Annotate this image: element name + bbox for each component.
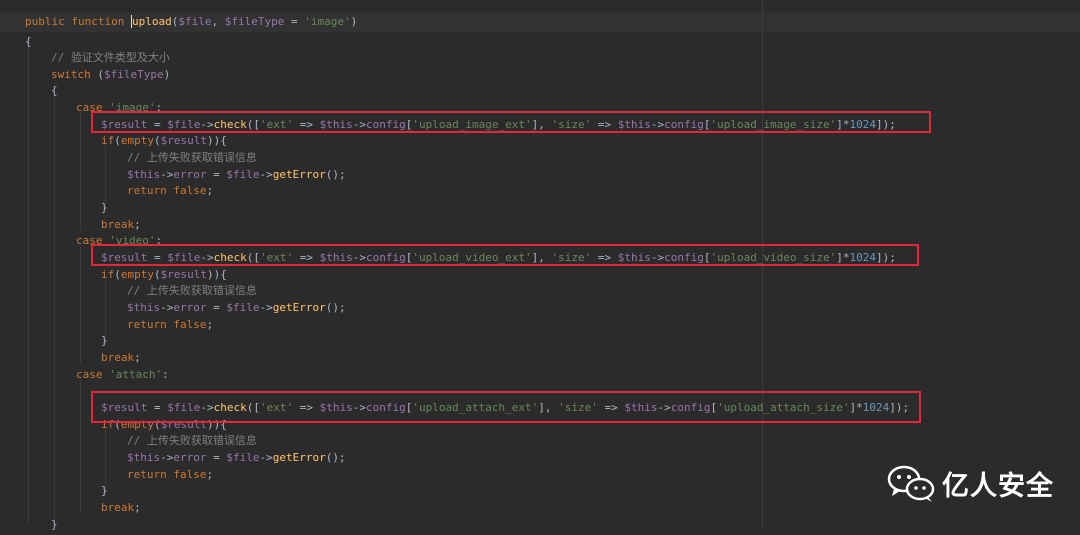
code-token: ) [350, 15, 358, 28]
highlight-box-video [91, 244, 919, 266]
indent-guide [28, 40, 29, 524]
code-token: } [101, 484, 108, 497]
code-token: // 上传失败获取错误信息 [127, 151, 257, 164]
code-token: ; [134, 351, 141, 364]
code-token: $fileType [224, 15, 285, 28]
code-line[interactable]: } [51, 515, 58, 535]
code-token: getError [272, 168, 326, 181]
code-token: // 上传失败获取错误信息 [127, 284, 257, 297]
code-token: ; [134, 501, 141, 514]
code-line[interactable]: switch ($fileType) [51, 65, 170, 85]
code-token: ; [206, 318, 214, 331]
code-token: } [101, 334, 108, 347]
code-token: $file [226, 451, 260, 464]
code-token: } [101, 201, 108, 214]
code-token: break [101, 501, 135, 514]
code-token: $this [127, 168, 161, 181]
code-token: $result [160, 268, 207, 281]
code-token: = [206, 301, 227, 314]
indent-guide [54, 92, 55, 524]
code-editor[interactable]: public function upload($file, $fileType … [0, 0, 1080, 531]
code-token: getError [272, 301, 326, 314]
highlight-box-image [91, 111, 931, 133]
code-token: $this [127, 451, 161, 464]
code-token: -> [160, 451, 174, 464]
code-token: (); [325, 301, 346, 314]
code-token: (); [325, 451, 346, 464]
code-token: ( [154, 268, 161, 281]
code-line[interactable]: break; [101, 498, 141, 518]
code-token: -> [259, 301, 273, 314]
code-line[interactable]: return false; [127, 181, 213, 201]
code-token: return false [127, 184, 207, 197]
code-token: // 验证文件类型及大小 [51, 51, 170, 64]
code-token: $result [160, 134, 207, 147]
watermark: 亿人安全 [886, 458, 1066, 508]
code-token: break [101, 218, 135, 231]
code-line[interactable]: public function upload($file, $fileType … [25, 12, 357, 32]
highlight-box-attach [91, 391, 921, 423]
code-line[interactable]: { [51, 81, 58, 101]
code-token: ( [154, 134, 161, 147]
code-token: { [25, 35, 32, 48]
code-token: empty [120, 134, 154, 147]
code-token: if [101, 134, 115, 147]
code-token: if [101, 268, 115, 281]
code-token: ; [206, 468, 214, 481]
code-token: return false [127, 318, 207, 331]
code-token: // 上传失败获取错误信息 [127, 434, 257, 447]
code-token: 'attach' [109, 368, 163, 381]
code-token: -> [259, 168, 273, 181]
code-token: = [284, 15, 305, 28]
code-token: error [173, 168, 207, 181]
code-token: ( [114, 268, 121, 281]
code-token: -> [160, 168, 174, 181]
code-token: , [211, 15, 225, 28]
code-token: getError [272, 451, 326, 464]
code-line[interactable]: case 'attach': [76, 365, 169, 385]
code-token: ) [163, 68, 171, 81]
code-token: upload [130, 15, 172, 28]
code-token: : [162, 368, 169, 381]
code-token: $this [127, 301, 161, 314]
code-token: -> [160, 301, 174, 314]
code-token: return false [127, 468, 207, 481]
code-line[interactable]: return false; [127, 315, 213, 335]
code-line[interactable]: return false; [127, 465, 213, 485]
code-token: } [51, 518, 58, 531]
indent-guide [80, 112, 81, 230]
code-token: error [173, 301, 207, 314]
code-token: case [76, 368, 110, 381]
code-token: )){ [206, 268, 227, 281]
code-token: { [51, 84, 58, 97]
code-token: = [206, 168, 227, 181]
code-token: $file [226, 168, 260, 181]
indent-guide [80, 380, 81, 514]
code-token: )){ [206, 134, 227, 147]
code-token: break [101, 351, 135, 364]
wechat-icon [886, 463, 938, 503]
indent-guide [80, 246, 81, 364]
code-token: ( [114, 134, 121, 147]
code-token: = [206, 451, 227, 464]
code-token: 'image' [304, 15, 351, 28]
code-token: -> [259, 451, 273, 464]
code-token: $file [178, 15, 212, 28]
code-token: (); [325, 168, 346, 181]
code-token: ; [134, 218, 141, 231]
code-token: switch [51, 68, 98, 81]
code-token: $file [226, 301, 260, 314]
code-token: ( [97, 68, 104, 81]
watermark-text: 亿人安全 [942, 470, 1054, 502]
code-token: public function [25, 15, 131, 28]
code-token: ; [206, 184, 214, 197]
code-token: empty [120, 268, 154, 281]
code-line[interactable]: { [25, 32, 32, 52]
code-token: error [173, 451, 207, 464]
code-token: $fileType [103, 68, 164, 81]
